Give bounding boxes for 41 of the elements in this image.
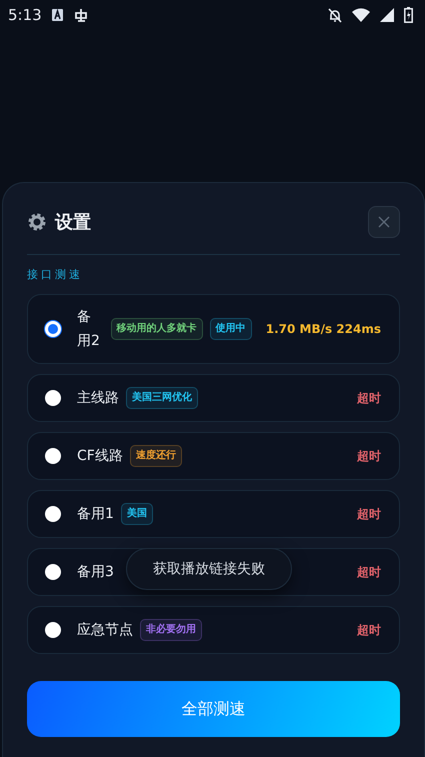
radio-button[interactable] [45,390,61,406]
test-result: 1.70 MB/s 224ms [266,322,381,336]
test-result: 超时 [357,448,381,464]
line-tag: 使用中 [210,318,252,340]
line-tag: 非必要勿用 [140,619,202,641]
radio-button[interactable] [45,448,61,464]
line-tag: 美国三网优化 [126,387,198,409]
test-result: 超时 [357,506,381,522]
test-result: 超时 [357,622,381,638]
settings-icon [27,212,47,232]
status-time: 5:13 [8,6,42,24]
bell-off-icon [328,8,342,22]
line-name: 备用3 [77,563,114,582]
line-option[interactable]: 应急节点 非必要勿用 超时 [27,606,400,654]
line-name: CF线路 [77,447,123,466]
close-button[interactable] [368,206,400,238]
line-option[interactable]: 备用2 移动用的人多就卡 使用中 1.70 MB/s 224ms [27,294,400,364]
battery-icon [404,7,413,23]
close-icon [378,216,390,228]
line-name: 备用1 [77,505,114,524]
wifi-icon [352,8,370,22]
sheet-title: 设置 [55,211,91,234]
line-option[interactable]: 备用1 美国 超时 [27,490,400,538]
radio-button[interactable] [45,506,61,522]
test-result: 超时 [357,564,381,580]
line-tag: 速度还行 [130,445,182,467]
radio-button[interactable] [45,321,61,337]
line-option[interactable]: CF线路 速度还行 超时 [27,432,400,480]
section-label: 接口测速 [27,267,84,282]
keyboard-icon [52,9,63,21]
error-toast: 获取播放链接失败 [126,548,292,590]
test-result: 超时 [357,390,381,406]
line-tag: 移动用的人多就卡 [110,318,203,340]
line-tag: 美国 [120,503,153,525]
signal-icon [380,8,394,22]
line-name: 应急节点 [77,621,133,640]
line-name: 备用2 [77,308,101,351]
line-option[interactable]: 主线路 美国三网优化 超时 [27,374,400,422]
line-name: 主线路 [77,389,119,408]
radio-button[interactable] [45,564,61,580]
radio-button[interactable] [45,622,61,638]
